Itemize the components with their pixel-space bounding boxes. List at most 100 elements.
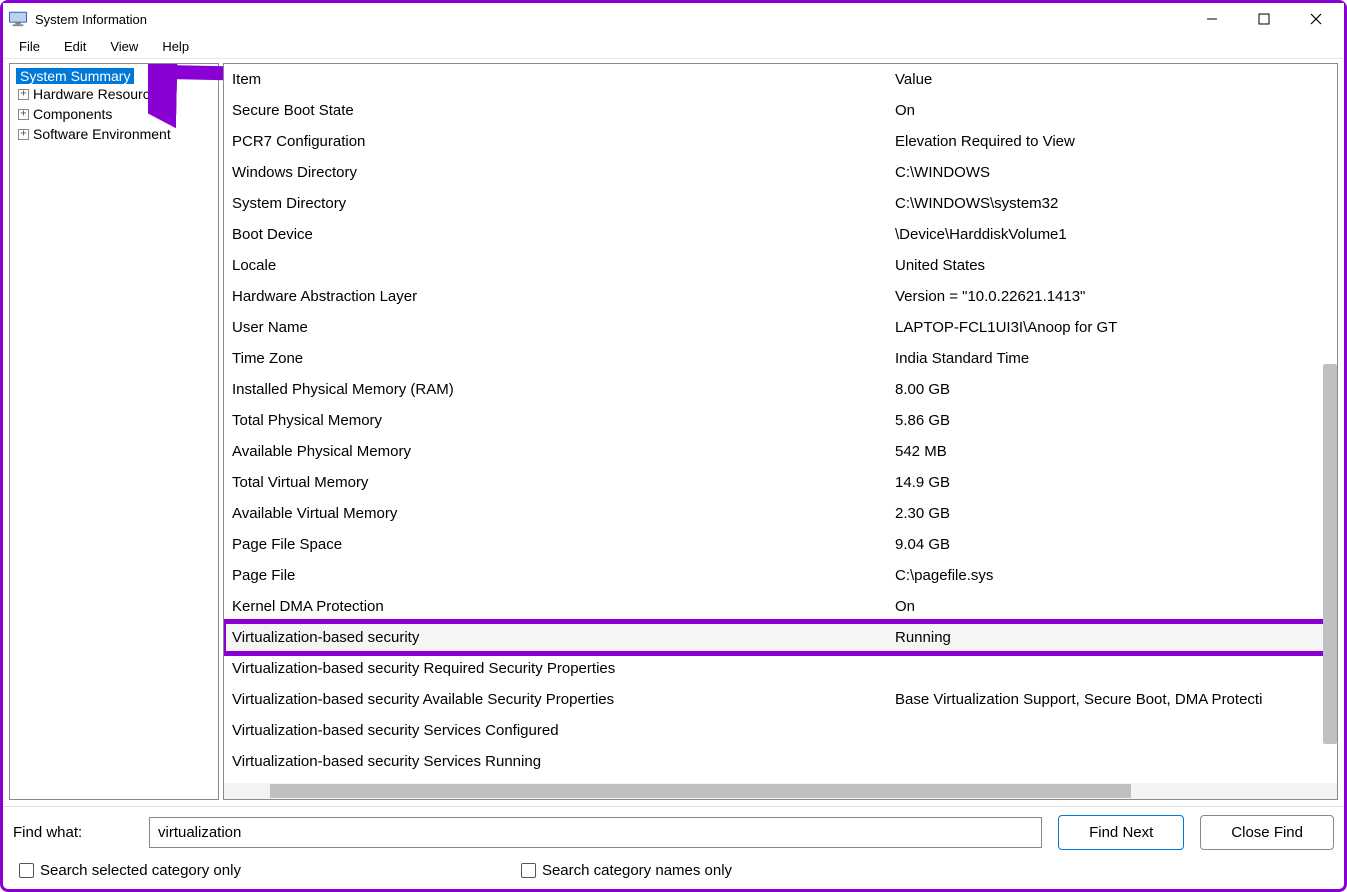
maximize-icon: [1258, 13, 1270, 25]
cell-value: Enforced: [895, 779, 1331, 783]
search-category-names-checkbox[interactable]: Search category names only: [521, 862, 732, 879]
table-row[interactable]: Virtualization-based security Services C…: [224, 715, 1337, 746]
cell-value: [895, 717, 1331, 744]
table-row[interactable]: System DirectoryC:\WINDOWS\system32: [224, 188, 1337, 219]
cell-value: [895, 655, 1331, 682]
table-row[interactable]: Virtualization-based security Required S…: [224, 653, 1337, 684]
menu-edit[interactable]: Edit: [52, 37, 98, 56]
table-row[interactable]: Available Virtual Memory2.30 GB: [224, 498, 1337, 529]
table-row[interactable]: User NameLAPTOP-FCL1UI3I\Anoop for GT: [224, 312, 1337, 343]
minimize-button[interactable]: [1198, 5, 1226, 33]
menubar: File Edit View Help: [3, 35, 1344, 59]
cell-item: Total Physical Memory: [230, 407, 895, 434]
cell-item: PCR7 Configuration: [230, 128, 895, 155]
checkbox-icon: [19, 863, 34, 878]
table-row[interactable]: Windows DirectoryC:\WINDOWS: [224, 157, 1337, 188]
cell-value: Base Virtualization Support, Secure Boot…: [895, 686, 1331, 713]
expand-icon[interactable]: +: [18, 89, 29, 100]
table-row[interactable]: Installed Physical Memory (RAM)8.00 GB: [224, 374, 1337, 405]
table-row[interactable]: Page File Space9.04 GB: [224, 529, 1337, 560]
cell-value: 2.30 GB: [895, 500, 1331, 527]
cell-value: United States: [895, 252, 1331, 279]
cell-item: Boot Device: [230, 221, 895, 248]
cell-value: 8.00 GB: [895, 376, 1331, 403]
main-area: System Summary + Hardware Resources + Co…: [3, 59, 1344, 806]
find-next-button[interactable]: Find Next: [1058, 815, 1184, 850]
cell-value: C:\pagefile.sys: [895, 562, 1331, 589]
tree-item-label: Hardware Resources: [33, 86, 165, 102]
checkbox-icon: [521, 863, 536, 878]
cell-item: Locale: [230, 252, 895, 279]
close-find-button[interactable]: Close Find: [1200, 815, 1334, 850]
column-headers[interactable]: Item Value: [224, 64, 1337, 95]
window-title: System Information: [35, 12, 1198, 27]
checkbox-label: Search selected category only: [40, 862, 241, 879]
table-row[interactable]: Boot Device\Device\HarddiskVolume1: [224, 219, 1337, 250]
details-pane: Item Value Secure Boot StateOnPCR7 Confi…: [223, 63, 1338, 800]
table-row[interactable]: Secure Boot StateOn: [224, 95, 1337, 126]
cell-item: Total Virtual Memory: [230, 469, 895, 496]
cell-value: Version = "10.0.22621.1413": [895, 283, 1331, 310]
col-header-value[interactable]: Value: [895, 66, 1331, 93]
find-label: Find what:: [13, 824, 133, 841]
tree-item-label: Software Environment: [33, 126, 171, 142]
table-row[interactable]: Total Virtual Memory14.9 GB: [224, 467, 1337, 498]
table-row[interactable]: Total Physical Memory5.86 GB: [224, 405, 1337, 436]
tree-root-system-summary[interactable]: System Summary: [16, 68, 134, 84]
cell-value: On: [895, 97, 1331, 124]
window-controls: [1198, 5, 1338, 33]
find-bar: Find what: Find Next Close Find Search s…: [3, 806, 1344, 889]
expand-icon[interactable]: +: [18, 109, 29, 120]
table-row[interactable]: Kernel DMA ProtectionOn: [224, 591, 1337, 622]
cell-item: Secure Boot State: [230, 97, 895, 124]
table-row[interactable]: Virtualization-based security Available …: [224, 684, 1337, 715]
checkbox-label: Search category names only: [542, 862, 732, 879]
cell-value: 9.04 GB: [895, 531, 1331, 558]
cell-item: Virtualization-based security: [230, 624, 895, 651]
table-row[interactable]: Hardware Abstraction LayerVersion = "10.…: [224, 281, 1337, 312]
tree-item-label: Components: [33, 106, 112, 122]
cell-item: Page File Space: [230, 531, 895, 558]
cell-value: On: [895, 593, 1331, 620]
cell-item: Virtualization-based security Services C…: [230, 717, 895, 744]
table-row[interactable]: PCR7 ConfigurationElevation Required to …: [224, 126, 1337, 157]
table-row[interactable]: Windows Defender Application Control pol…: [224, 777, 1337, 783]
cell-value: [895, 748, 1331, 775]
tree-item-software-environment[interactable]: + Software Environment: [12, 124, 216, 144]
col-header-item[interactable]: Item: [230, 66, 895, 93]
tree-item-components[interactable]: + Components: [12, 104, 216, 124]
category-tree[interactable]: System Summary + Hardware Resources + Co…: [9, 63, 219, 800]
search-selected-category-checkbox[interactable]: Search selected category only: [19, 862, 241, 879]
cell-item: Hardware Abstraction Layer: [230, 283, 895, 310]
table-row[interactable]: Virtualization-based securityRunning: [224, 622, 1337, 653]
cell-item: Windows Defender Application Control pol…: [230, 779, 895, 783]
horizontal-scrollbar[interactable]: [224, 783, 1337, 799]
table-row[interactable]: Time ZoneIndia Standard Time: [224, 343, 1337, 374]
menu-help[interactable]: Help: [150, 37, 201, 56]
horizontal-scrollbar-thumb[interactable]: [270, 784, 1131, 798]
table-row[interactable]: Available Physical Memory542 MB: [224, 436, 1337, 467]
cell-value: LAPTOP-FCL1UI3I\Anoop for GT: [895, 314, 1331, 341]
close-icon: [1310, 13, 1322, 25]
cell-value: 5.86 GB: [895, 407, 1331, 434]
table-row[interactable]: LocaleUnited States: [224, 250, 1337, 281]
find-input[interactable]: [149, 817, 1042, 848]
table-row[interactable]: Page FileC:\pagefile.sys: [224, 560, 1337, 591]
cell-item: Available Virtual Memory: [230, 500, 895, 527]
close-button[interactable]: [1302, 5, 1330, 33]
menu-file[interactable]: File: [7, 37, 52, 56]
app-icon: [9, 11, 27, 27]
cell-item: Virtualization-based security Required S…: [230, 655, 895, 682]
cell-item: System Directory: [230, 190, 895, 217]
vertical-scrollbar-thumb[interactable]: [1323, 364, 1337, 744]
cell-value: 14.9 GB: [895, 469, 1331, 496]
expand-icon[interactable]: +: [18, 129, 29, 140]
minimize-icon: [1206, 13, 1218, 25]
maximize-button[interactable]: [1250, 5, 1278, 33]
titlebar: System Information: [3, 3, 1344, 35]
cell-item: Available Physical Memory: [230, 438, 895, 465]
tree-item-hardware-resources[interactable]: + Hardware Resources: [12, 84, 216, 104]
table-row[interactable]: Virtualization-based security Services R…: [224, 746, 1337, 777]
details-grid[interactable]: Item Value Secure Boot StateOnPCR7 Confi…: [224, 64, 1337, 783]
menu-view[interactable]: View: [98, 37, 150, 56]
